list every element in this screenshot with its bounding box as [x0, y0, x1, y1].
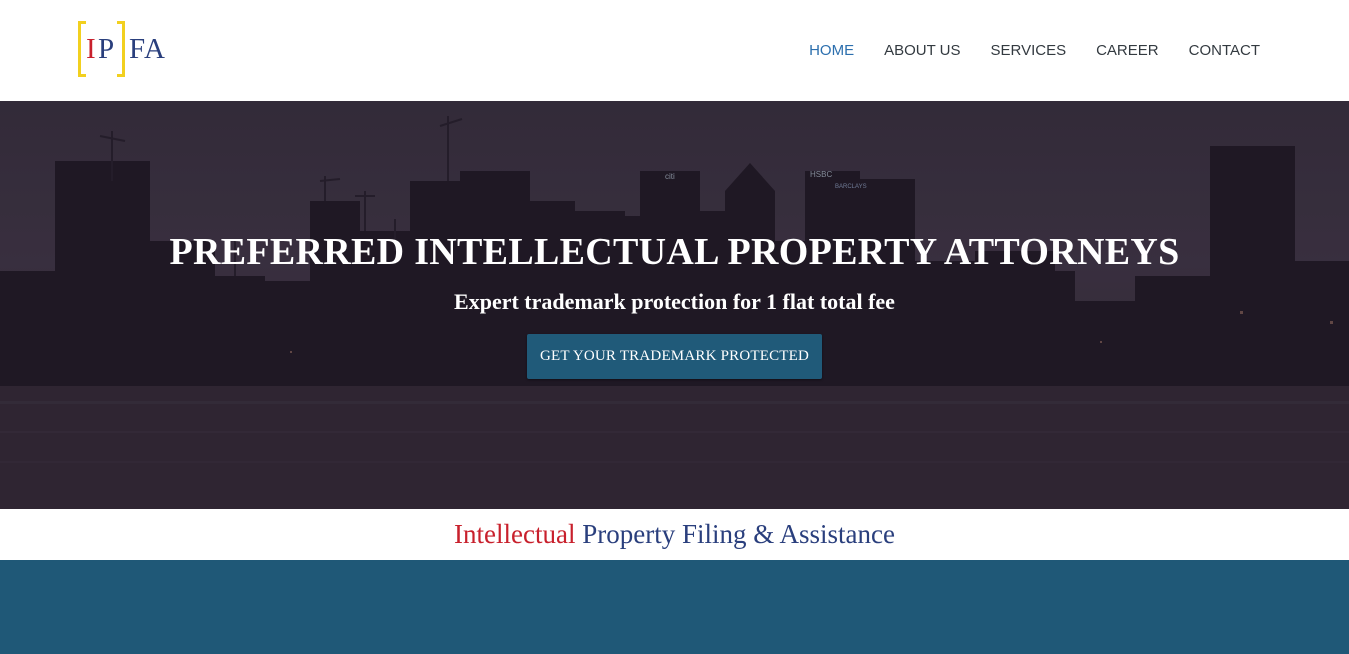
main-nav: HOME ABOUT US SERVICES CAREER CONTACT: [809, 40, 1260, 62]
logo-letters-fa: FA: [129, 33, 166, 65]
site-header: I P FA HOME ABOUT US SERVICES CAREER CON…: [0, 0, 1349, 101]
tagline-blue-part: Property Filing & Assistance: [582, 519, 895, 549]
tagline-red-part: Intellectual: [454, 519, 576, 549]
nav-home[interactable]: HOME: [809, 40, 854, 62]
nav-contact[interactable]: CONTACT: [1189, 40, 1260, 62]
nav-services[interactable]: SERVICES: [991, 40, 1067, 62]
nav-about-us[interactable]: ABOUT US: [884, 40, 960, 62]
nav-career[interactable]: CAREER: [1096, 40, 1159, 62]
hero-banner: HSBC citi BARCLAYS PREFERRED INTELLECTUA…: [0, 101, 1349, 509]
get-trademark-protected-button[interactable]: GET YOUR TRADEMARK PROTECTED: [527, 334, 822, 379]
content-band: [0, 560, 1349, 654]
logo-letter-i: I: [86, 33, 96, 65]
tagline: Intellectual Property Filing & Assistanc…: [0, 509, 1349, 560]
logo-letter-p: P: [98, 33, 115, 65]
logo-bracket-right: [117, 21, 125, 77]
hero-title: PREFERRED INTELLECTUAL PROPERTY ATTORNEY…: [169, 231, 1180, 273]
logo-bracket-left: [78, 21, 86, 77]
hero-subtitle: Expert trademark protection for 1 flat t…: [454, 289, 895, 314]
ipfa-logo[interactable]: I P FA: [78, 21, 178, 79]
